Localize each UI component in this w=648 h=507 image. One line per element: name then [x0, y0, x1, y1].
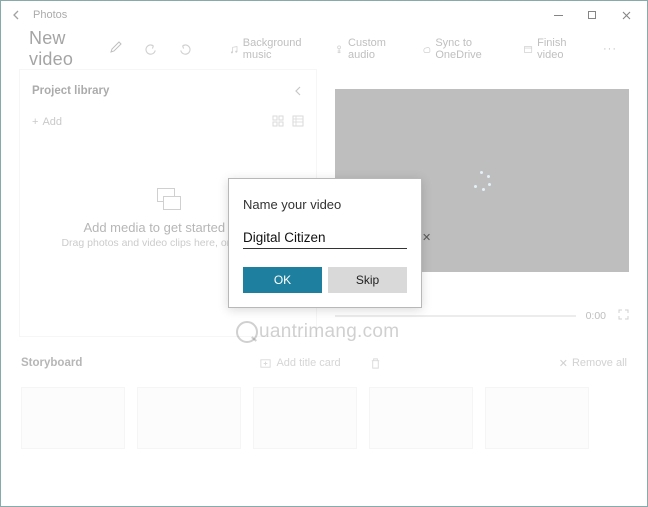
remove-all-button[interactable]: ✕ Remove all	[559, 357, 627, 370]
delete-button[interactable]	[363, 357, 388, 370]
header-bar: New video Background music Custom audio	[1, 29, 647, 69]
ok-button[interactable]: OK	[243, 267, 322, 293]
skip-button[interactable]: Skip	[328, 267, 407, 293]
add-label: Add	[42, 116, 62, 128]
timeline-scrubber[interactable]	[335, 315, 576, 317]
remove-all-label: Remove all	[572, 357, 627, 369]
sync-onedrive-button[interactable]: Sync to OneDrive	[415, 37, 509, 61]
add-title-card-label: Add title card	[276, 357, 340, 369]
media-placeholder-icon	[153, 188, 183, 214]
video-title: New video	[29, 28, 97, 70]
undo-button[interactable]	[139, 43, 164, 56]
clip-placeholder[interactable]	[485, 387, 589, 449]
library-title: Project library	[32, 85, 109, 97]
clip-placeholder[interactable]	[137, 387, 241, 449]
pencil-icon[interactable]	[109, 40, 123, 59]
redo-button[interactable]	[172, 43, 197, 56]
time-display: 0:00	[586, 310, 606, 322]
app-title: Photos	[29, 9, 67, 21]
close-icon: ✕	[559, 357, 568, 370]
video-name-input[interactable]	[243, 230, 420, 245]
more-button[interactable]: ···	[597, 43, 623, 55]
dialog-heading: Name your video	[243, 197, 407, 212]
titlebar: Photos	[1, 1, 647, 29]
add-media-button[interactable]: + Add	[32, 116, 62, 128]
finish-video-button[interactable]: Finish video	[517, 37, 589, 61]
storyboard-title: Storyboard	[21, 357, 82, 369]
fullscreen-icon[interactable]	[618, 309, 629, 323]
custom-audio-label: Custom audio	[348, 37, 401, 61]
app-window: Photos New video	[0, 0, 648, 507]
add-title-card-button[interactable]: Add title card	[253, 357, 346, 370]
storyboard-panel: Storyboard Add title card ✕ Remove all	[1, 337, 647, 449]
background-music-button[interactable]: Background music	[223, 37, 320, 61]
list-view-icon[interactable]	[292, 115, 304, 130]
custom-audio-button[interactable]: Custom audio	[328, 37, 407, 61]
storyboard-cards	[21, 387, 627, 449]
clear-input-icon[interactable]: ✕	[420, 231, 433, 244]
minimize-button[interactable]	[541, 3, 575, 27]
plus-icon: +	[32, 116, 38, 128]
collapse-library-button[interactable]	[294, 84, 304, 99]
background-music-label: Background music	[243, 37, 314, 61]
finish-label: Finish video	[537, 37, 583, 61]
back-button[interactable]	[5, 3, 29, 27]
clip-placeholder[interactable]	[253, 387, 357, 449]
grid-view-icon[interactable]	[272, 115, 284, 130]
clip-placeholder[interactable]	[369, 387, 473, 449]
maximize-button[interactable]	[575, 3, 609, 27]
loading-spinner-icon	[472, 171, 492, 191]
sync-label: Sync to OneDrive	[435, 37, 503, 61]
clip-placeholder[interactable]	[21, 387, 125, 449]
name-video-dialog: Name your video ✕ OK Skip	[228, 178, 422, 308]
close-button[interactable]	[609, 3, 643, 27]
